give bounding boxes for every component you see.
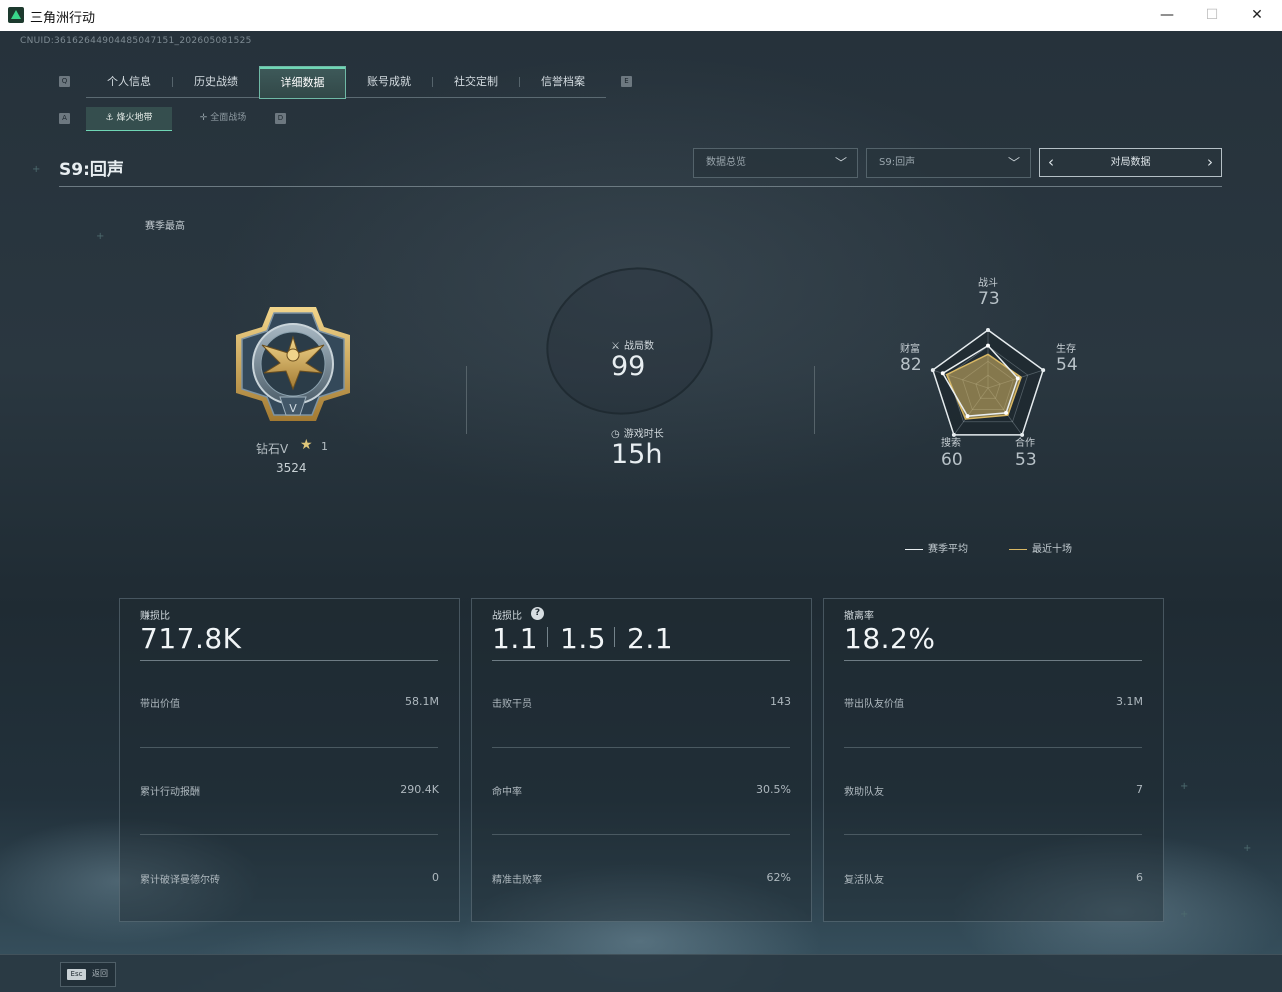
profit-ratio-label: 赚损比 — [140, 611, 170, 622]
radar-value-search: 60 — [941, 450, 963, 470]
back-label: 返回 — [92, 969, 108, 978]
radar-value-wealth: 82 — [900, 355, 922, 375]
legend-recent-ten: 最近十场 — [1009, 540, 1072, 555]
bottom-bar: Esc 返回 — [0, 954, 1282, 992]
radar-vertex-dot — [1041, 368, 1046, 373]
mission-reward-value: 290.4K — [400, 783, 439, 796]
back-button[interactable]: Esc 返回 — [60, 962, 116, 987]
window-titlebar: 三角洲行动 — ☐ ✕ — [0, 0, 1282, 32]
row-divider — [844, 747, 1142, 748]
extraction-card: 撤离率 18.2% 带出队友价值 3.1M 救助队友 7 复活队友 6 — [823, 598, 1164, 922]
extraction-rate-label: 撤离率 — [844, 611, 874, 622]
teammate-value-value: 3.1M — [1116, 695, 1143, 708]
accuracy-value: 30.5% — [756, 783, 791, 796]
radar-value-cooperation: 53 — [1015, 450, 1037, 470]
legend-label: 最近十场 — [1032, 544, 1072, 555]
radar-label-cooperation: 合作 — [1015, 438, 1035, 449]
row-divider — [492, 747, 790, 748]
radar-label-combat: 战斗 — [978, 278, 998, 289]
kd-ratio-value-2: 1.5 — [560, 622, 607, 655]
help-icon[interactable]: ? — [531, 607, 544, 620]
legend-swatch — [905, 548, 923, 550]
maximize-button: ☐ — [1205, 7, 1219, 23]
teammate-value-label: 带出队友价值 — [844, 699, 904, 710]
radar-point — [1015, 376, 1020, 381]
radar-point — [940, 371, 945, 376]
row-divider — [844, 834, 1142, 835]
profit-card: 赚损比 717.8K 带出价值 58.1M 累计行动报酬 290.4K 累计破译… — [119, 598, 460, 922]
card-divider — [492, 660, 790, 661]
kd-ratio-value-3: 2.1 — [627, 622, 674, 655]
operators-defeated-label: 击败干员 — [492, 699, 532, 710]
precision-kill-value: 62% — [766, 871, 791, 884]
legend-swatch — [1009, 548, 1027, 550]
radar-point — [965, 414, 970, 419]
combat-card: 战损比 ? 1.1 1.5 2.1 击败干员 143 命中率 30.5% 精准击… — [471, 598, 812, 922]
radar-label-survival: 生存 — [1056, 344, 1076, 355]
row-divider — [140, 834, 438, 835]
mission-reward-label: 累计行动报酬 — [140, 787, 200, 798]
app-logo-icon — [8, 7, 24, 23]
legend-label: 赛季平均 — [928, 544, 968, 555]
radar-vertex-dot — [986, 328, 990, 332]
decrypted-bricks-label: 累计破译曼德尔砖 — [140, 875, 220, 886]
radar-value-survival: 54 — [1056, 355, 1078, 375]
kd-ratio-value-1: 1.1 — [492, 622, 539, 655]
radar-value-combat: 73 — [978, 289, 1000, 309]
esc-key-hint: Esc — [67, 969, 86, 980]
kd-ratio-label: 战损比 — [492, 611, 522, 622]
radar-point — [986, 343, 990, 348]
close-button[interactable]: ✕ — [1234, 0, 1280, 31]
radar-label-wealth: 财富 — [900, 344, 920, 355]
accuracy-label: 命中率 — [492, 787, 522, 798]
game-screen: + + + + + CNUID:36162644904485047151_202… — [0, 31, 1282, 992]
extracted-value-label: 带出价值 — [140, 699, 180, 710]
row-divider — [492, 834, 790, 835]
operators-defeated-value: 143 — [770, 695, 791, 708]
value-divider — [614, 627, 615, 647]
revived-teammates-value: 6 — [1136, 871, 1143, 884]
precision-kill-label: 精准击败率 — [492, 875, 542, 886]
row-divider — [140, 747, 438, 748]
radar-label-search: 搜索 — [941, 438, 961, 449]
legend-season-average: 赛季平均 — [905, 540, 968, 555]
card-divider — [844, 660, 1142, 661]
window-title: 三角洲行动 — [30, 11, 96, 26]
radar-point — [1004, 410, 1009, 415]
radar-vertex-dot — [930, 368, 935, 373]
extraction-rate-value: 18.2% — [844, 622, 936, 655]
value-divider — [547, 627, 548, 647]
profit-ratio-value: 717.8K — [140, 622, 242, 655]
rescued-teammates-label: 救助队友 — [844, 787, 884, 798]
rescued-teammates-value: 7 — [1136, 783, 1143, 796]
revived-teammates-label: 复活队友 — [844, 875, 884, 886]
decrypted-bricks-value: 0 — [432, 871, 439, 884]
card-divider — [140, 660, 438, 661]
minimize-button[interactable]: — — [1144, 0, 1190, 31]
extracted-value-value: 58.1M — [405, 695, 439, 708]
